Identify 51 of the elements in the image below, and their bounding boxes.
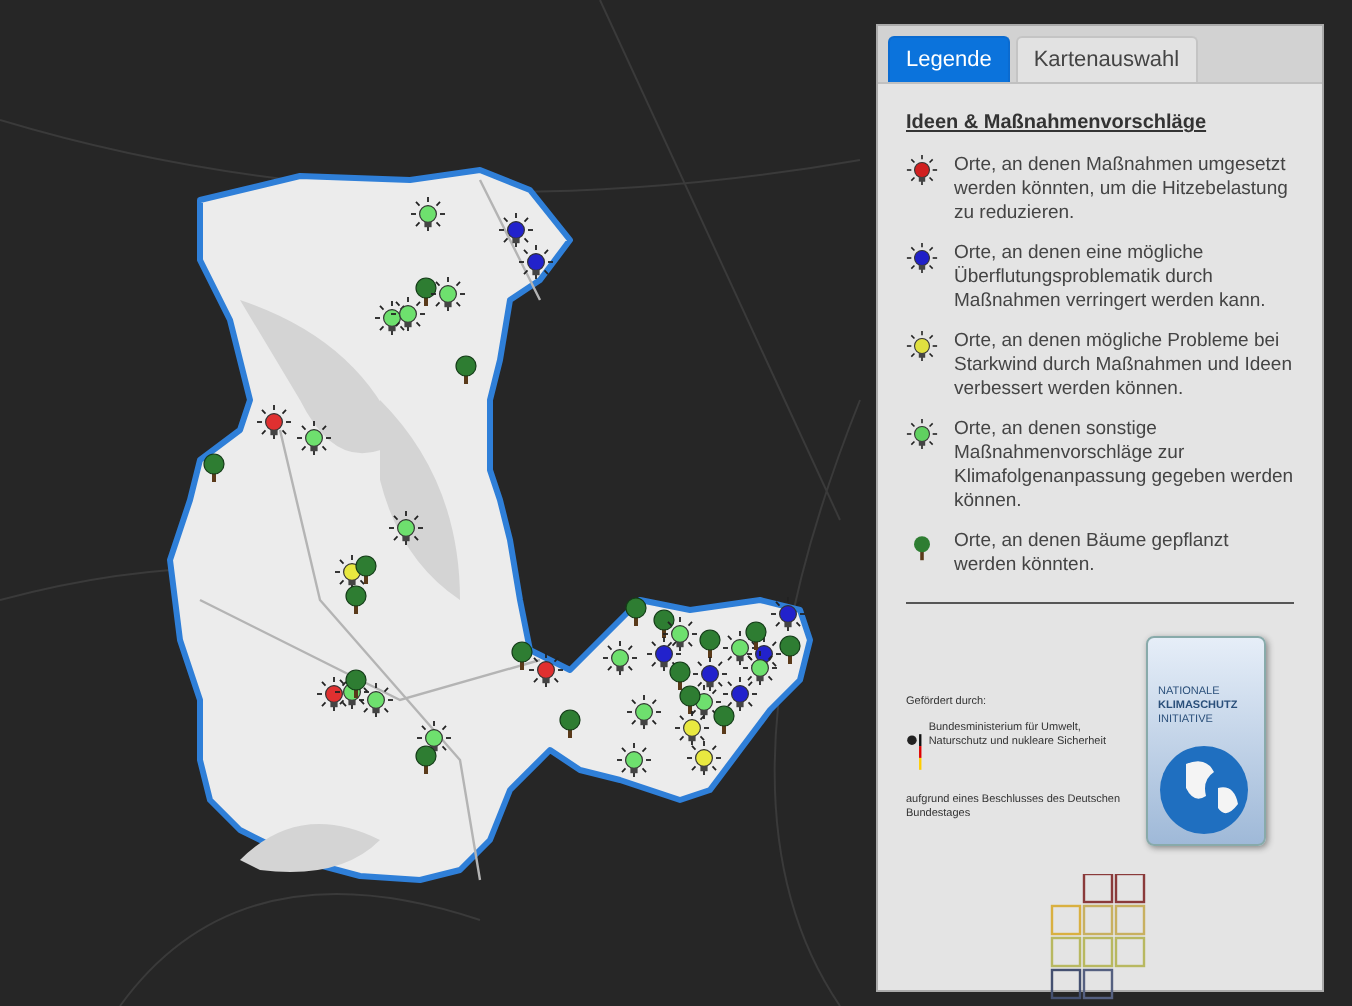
lightbulb-marker-icon[interactable]: [410, 196, 446, 232]
tree-marker-icon[interactable]: [713, 705, 735, 734]
lightbulb-marker-icon[interactable]: [646, 636, 682, 672]
legend-text: Orte, an denen sonstige Maßnahmenvorschläge zur Klimafolgenanpassung gegeben werden können.: [954, 418, 1294, 514]
tree-marker-icon[interactable]: [653, 609, 675, 638]
lightbulb-marker-icon[interactable]: [416, 720, 452, 756]
lightbulb-marker-icon[interactable]: [528, 652, 564, 688]
tree-marker-icon[interactable]: [345, 585, 367, 614]
tree-marker-icon[interactable]: [669, 661, 691, 690]
lightbulb-marker-icon[interactable]: [602, 640, 638, 676]
legend-text: Orte, an denen Bäume gepflanzt werden könnten.: [954, 530, 1231, 578]
lightbulb-marker-icon[interactable]: [390, 296, 426, 332]
tree-marker-icon[interactable]: [625, 597, 647, 626]
lightbulb-marker-icon[interactable]: [358, 682, 394, 718]
legend-text: Orte, an denen eine mögliche Überflutungsproblematik durch Maßnahmen verringert werden kann.: [954, 242, 1268, 314]
lightbulb-marker-icon[interactable]: [662, 616, 698, 652]
lightbulb-marker-icon[interactable]: [316, 676, 352, 712]
tree-marker-icon[interactable]: [455, 355, 477, 384]
tree-marker-icon[interactable]: [203, 453, 225, 482]
tree-marker-icon[interactable]: [679, 685, 701, 714]
lightbulb-marker-icon[interactable]: [686, 740, 722, 776]
lightbulb-marker-icon[interactable]: [770, 596, 806, 632]
lightbulb-marker-icon[interactable]: [430, 276, 466, 312]
tab[interactable]: Kartenauswahl: [1015, 36, 1198, 82]
lightbulb-marker-icon[interactable]: [742, 650, 778, 686]
tree-marker-icon[interactable]: [559, 709, 581, 738]
tree-marker-icon[interactable]: [415, 277, 437, 306]
globe-icon: [1158, 744, 1250, 836]
lightbulb-marker-icon[interactable]: [256, 404, 292, 440]
tree-marker-icon[interactable]: [415, 745, 437, 774]
lightbulb-marker-icon[interactable]: [518, 244, 554, 280]
lightbulb-marker-icon[interactable]: [692, 656, 728, 692]
tree-marker-icon[interactable]: [511, 641, 533, 670]
tree-marker-icon[interactable]: [779, 635, 801, 664]
lightbulb-marker-icon[interactable]: [722, 630, 758, 666]
lightbulb-marker-icon[interactable]: [626, 694, 662, 730]
tree-marker-icon[interactable]: [745, 621, 767, 650]
lightbulb-marker-icon[interactable]: [388, 510, 424, 546]
legend-text: Orte, an denen mögliche Probleme bei Starkwind durch Maßnahmen und Ideen verbessert werden können.: [954, 330, 1294, 402]
lightbulb-marker-icon[interactable]: [374, 300, 410, 336]
tree-marker-icon[interactable]: [345, 669, 367, 698]
lightbulb-marker-icon[interactable]: [674, 710, 710, 746]
tab[interactable]: Legende: [888, 36, 1010, 82]
lightbulb-marker-icon[interactable]: [616, 742, 652, 778]
legend-text: Orte, an denen Maßnahmen umgesetzt werden könnten, um die Hitzebelastung zu reduzieren.: [954, 154, 1290, 226]
tree-marker-icon[interactable]: [699, 629, 721, 658]
lightbulb-marker-icon[interactable]: [722, 676, 758, 712]
tree-marker-icon[interactable]: [355, 555, 377, 584]
legend-title: Ideen & Maßnahmenvorschläge: [906, 112, 1209, 134]
lightbulb-marker-icon[interactable]: [296, 420, 332, 456]
lightbulb-marker-icon[interactable]: [498, 212, 534, 248]
